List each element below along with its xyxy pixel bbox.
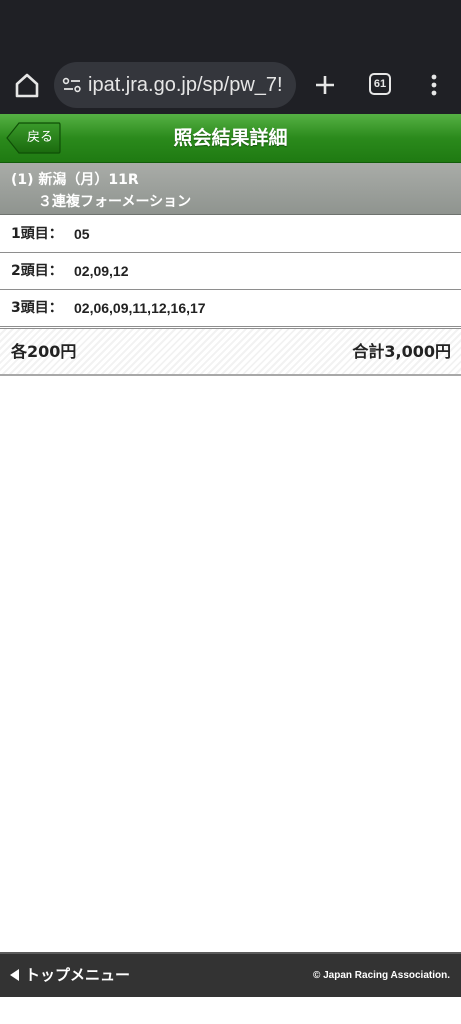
tab-switcher-button[interactable]: 61 <box>369 73 391 95</box>
address-bar[interactable]: ipat.jra.go.jp/sp/pw_7! <box>54 62 296 108</box>
selection-label: 3頭目： <box>11 300 63 316</box>
status-bar <box>0 0 461 56</box>
back-button[interactable]: 戻る <box>6 122 61 154</box>
top-menu-link[interactable]: トップメニュー <box>10 954 130 997</box>
selection-label: 1頭目： <box>11 226 63 242</box>
selection-value: 02,06,09,11,12,16,17 <box>74 300 206 316</box>
browser-menu-button[interactable] <box>424 70 444 100</box>
footer: トップメニュー © Japan Racing Association. <box>0 952 461 997</box>
home-icon <box>15 73 39 98</box>
race-venue: (1) 新潟（月）11R <box>11 172 139 188</box>
screen: ipat.jra.go.jp/sp/pw_7! 61 戻る 照会結果詳細 (1)… <box>0 0 461 1024</box>
url-text: ipat.jra.go.jp/sp/pw_7! <box>88 74 283 96</box>
site-settings-icon[interactable] <box>62 76 82 94</box>
more-vertical-icon <box>431 74 437 96</box>
copyright: © Japan Racing Association. <box>312 970 450 981</box>
selection-value: 05 <box>74 226 90 242</box>
home-button[interactable] <box>12 70 42 100</box>
amount-summary: 各200円 合計3,000円 <box>0 328 461 376</box>
selection-row-3: 3頭目： 02,06,09,11,12,16,17 <box>0 290 461 327</box>
back-label: 戻る <box>26 130 53 145</box>
page-header: 戻る 照会結果詳細 <box>0 114 461 163</box>
selection-row-1: 1頭目： 05 <box>0 216 461 253</box>
left-triangle-icon <box>10 969 19 981</box>
top-menu-label: トップメニュー <box>25 966 131 984</box>
unit-amount: 各200円 <box>11 342 77 361</box>
selection-row-2: 2頭目： 02,09,12 <box>0 253 461 290</box>
selection-value: 02,09,12 <box>74 263 129 279</box>
bet-type: ３連複フォーメーション <box>38 194 192 210</box>
page-title: 照会結果詳細 <box>173 127 288 149</box>
race-info: (1) 新潟（月）11R ３連複フォーメーション <box>0 163 461 215</box>
new-tab-button[interactable] <box>310 70 340 100</box>
plus-icon <box>316 76 334 94</box>
browser-toolbar: ipat.jra.go.jp/sp/pw_7! 61 <box>0 56 461 114</box>
total-amount: 合計3,000円 <box>352 342 451 361</box>
bottom-spacer <box>0 997 461 1024</box>
selection-label: 2頭目： <box>11 263 63 279</box>
